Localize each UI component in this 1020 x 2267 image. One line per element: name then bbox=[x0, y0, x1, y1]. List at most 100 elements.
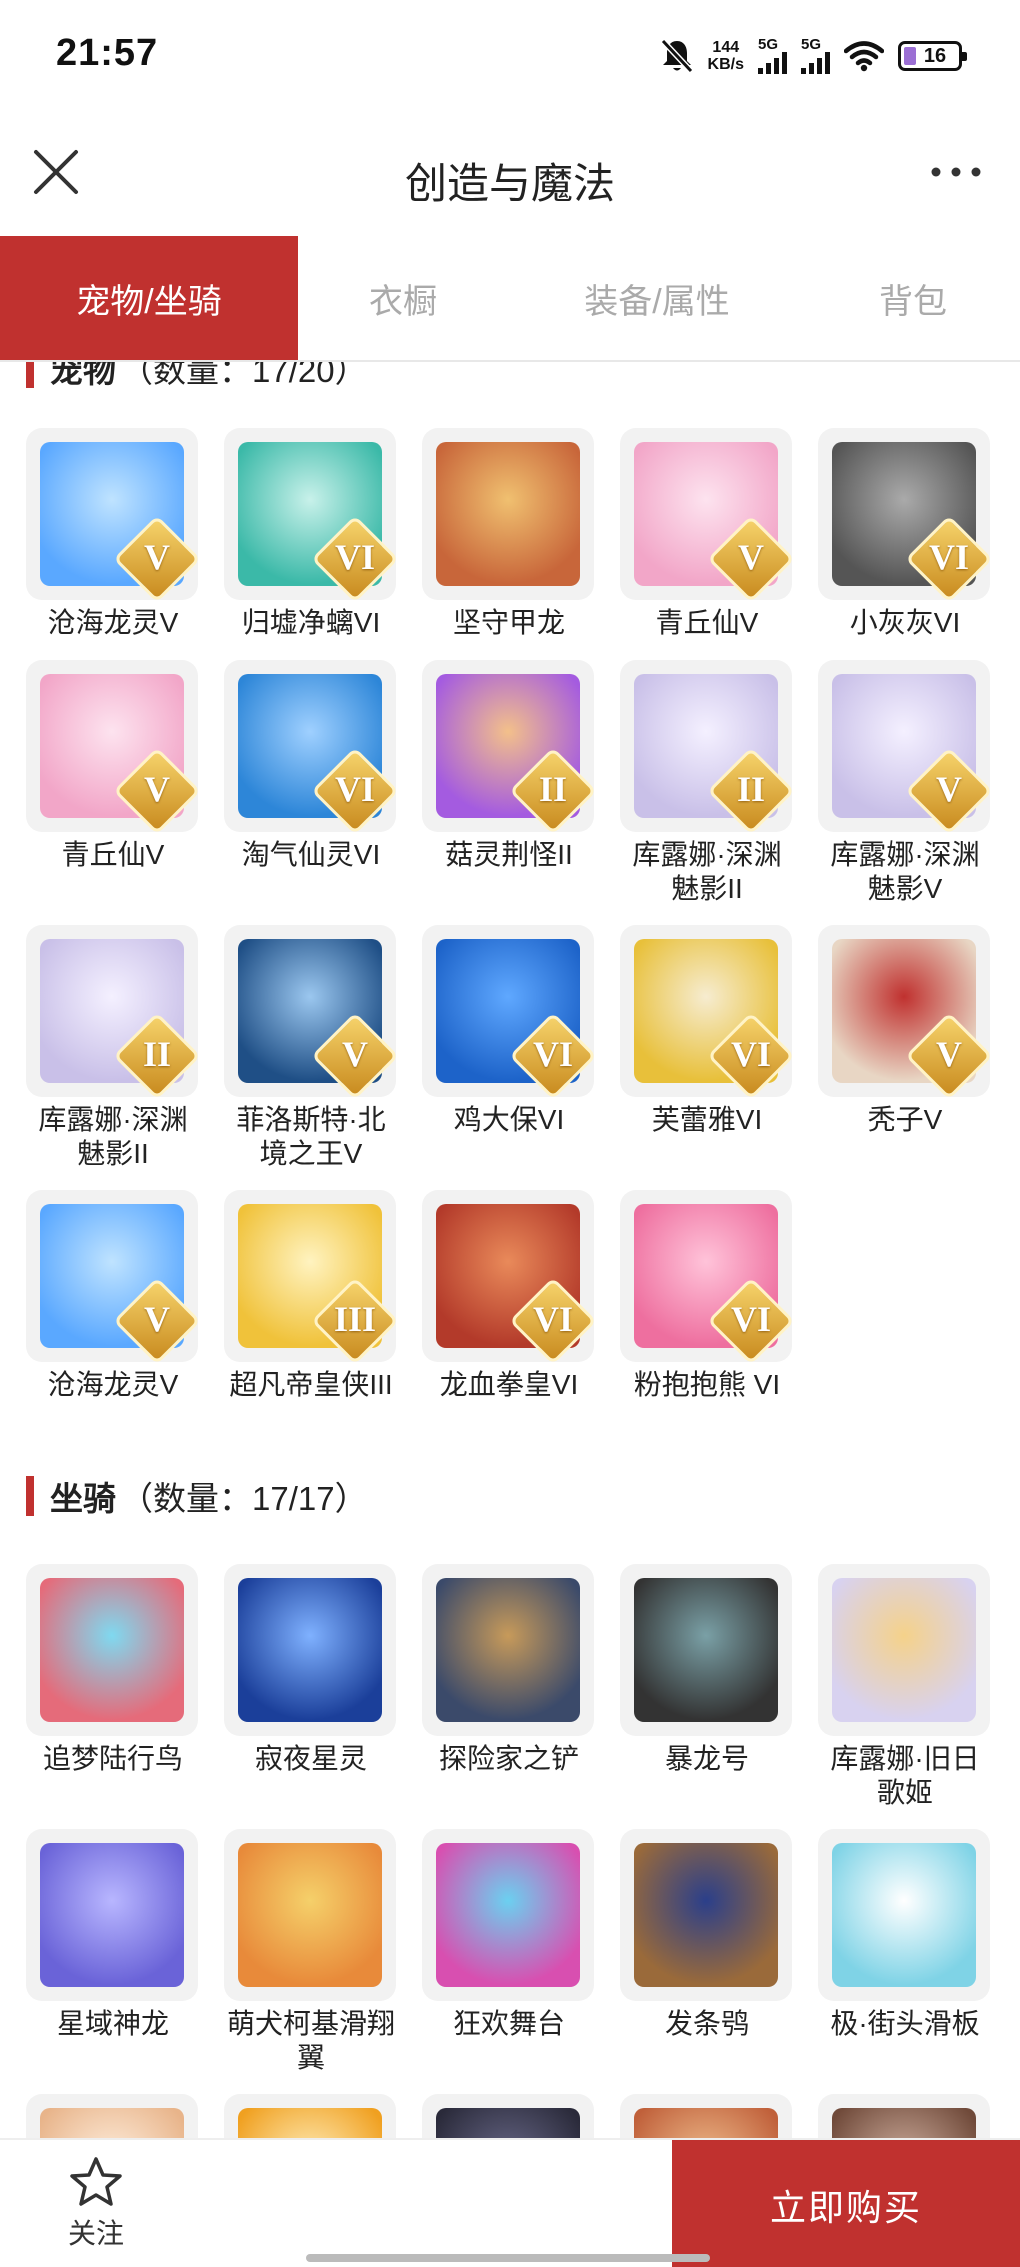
bottom-bar: 关注 立即购买 bbox=[0, 2138, 1020, 2267]
item-thumbnail: III bbox=[224, 1190, 396, 1362]
signal-icon: 5G bbox=[758, 36, 787, 74]
grid-item[interactable]: VI 鸡大保VI bbox=[422, 925, 596, 1137]
item-artwork bbox=[634, 1578, 778, 1722]
content-scroll[interactable]: 宠物 （数量：17/20） V 沧海龙灵V VI 归墟净螭VI 坚守甲龙 V 青丘仙V VI 小… bbox=[0, 362, 1020, 2138]
item-label: 鸡大保VI bbox=[453, 1104, 565, 1135]
item-thumbnail: VI bbox=[422, 925, 594, 1097]
item-thumbnail: V bbox=[26, 1190, 198, 1362]
grade-badge-text: VI bbox=[730, 1299, 771, 1339]
item-artwork bbox=[238, 1843, 382, 1987]
item-thumbnail: V bbox=[26, 428, 198, 600]
grade-badge-text: VI bbox=[928, 537, 969, 577]
tab-backpack[interactable]: 背包 bbox=[806, 236, 1020, 360]
follow-button[interactable]: 关注 bbox=[56, 2156, 136, 2252]
grid-item[interactable]: 萌犬柯基滑翔翼 bbox=[224, 1829, 398, 2075]
network-type: 5G bbox=[758, 36, 779, 53]
grid-item[interactable]: II 库露娜·深渊魅影II bbox=[26, 925, 200, 1171]
grid-item[interactable]: 寂夜星灵 bbox=[224, 1564, 398, 1776]
item-label: 归墟净螭VI bbox=[241, 607, 381, 638]
item-label: 淘气仙灵VI bbox=[241, 839, 381, 870]
item-label: 狂欢舞台 bbox=[452, 2008, 565, 2039]
item-label: 粉抱抱熊 VI bbox=[633, 1369, 781, 1400]
tab-wardrobe[interactable]: 衣橱 bbox=[298, 236, 508, 360]
grid-item[interactable] bbox=[422, 2094, 596, 2138]
item-label: 追梦陆行鸟 bbox=[42, 1743, 183, 1774]
mute-bell-icon bbox=[660, 38, 693, 74]
grid-item[interactable]: II 库露娜·深渊魅影II bbox=[620, 660, 794, 906]
grid-item[interactable]: VI 龙血拳皇VI bbox=[422, 1190, 596, 1402]
grade-badge-text: V bbox=[936, 769, 962, 809]
grid-item[interactable]: II 菇灵荆怪II bbox=[422, 660, 596, 872]
item-label: 沧海龙灵V bbox=[47, 607, 179, 638]
grid-item[interactable]: 狂欢舞台 bbox=[422, 1829, 596, 2041]
item-thumbnail bbox=[620, 1564, 792, 1736]
item-thumbnail bbox=[818, 1564, 990, 1736]
item-thumbnail bbox=[422, 2094, 594, 2138]
grade-badge-text: VI bbox=[532, 1299, 573, 1339]
network-speed: 144 KB/s bbox=[708, 39, 744, 73]
grade-badge-text: II bbox=[142, 1034, 172, 1074]
item-artwork bbox=[40, 1843, 184, 1987]
grade-badge-text: II bbox=[736, 769, 766, 809]
grid-item[interactable]: VI 归墟净螭VI bbox=[224, 428, 398, 640]
page-title: 创造与魔法 bbox=[404, 160, 615, 207]
grid-item[interactable]: 发条鸮 bbox=[620, 1829, 794, 2041]
grid-item[interactable]: VI 小灰灰VI bbox=[818, 428, 992, 640]
grade-badge-text: V bbox=[342, 1034, 368, 1074]
item-thumbnail: II bbox=[422, 660, 594, 832]
tab-equipment[interactable]: 装备/属性 bbox=[508, 236, 806, 360]
grid-item[interactable]: 坚守甲龙 bbox=[422, 428, 596, 640]
item-label: 星域神龙 bbox=[56, 2008, 169, 2039]
grid-item[interactable] bbox=[818, 2094, 992, 2138]
item-label: 发条鸮 bbox=[664, 2008, 749, 2039]
more-icon[interactable] bbox=[928, 154, 984, 190]
grade-badge-text: VI bbox=[730, 1034, 771, 1074]
grid-item[interactable] bbox=[620, 2094, 794, 2138]
wifi-icon bbox=[844, 41, 884, 72]
grid-item[interactable]: V 沧海龙灵V bbox=[26, 1190, 200, 1402]
item-artwork bbox=[832, 1843, 976, 1987]
grid-item[interactable]: V 秃子V bbox=[818, 925, 992, 1137]
status-icons: 144 KB/s 5G 5G 16 bbox=[660, 34, 967, 78]
grid-item[interactable]: III 超凡帝皇侠III bbox=[224, 1190, 398, 1402]
item-thumbnail bbox=[818, 2094, 990, 2138]
item-label: 萌犬柯基滑翔翼 bbox=[226, 2008, 395, 2073]
item-thumbnail bbox=[620, 1829, 792, 2001]
item-thumbnail: V bbox=[620, 428, 792, 600]
grid-item[interactable] bbox=[26, 2094, 200, 2138]
home-indicator bbox=[306, 2254, 710, 2262]
section-accent bbox=[26, 362, 34, 388]
follow-label: 关注 bbox=[67, 2218, 124, 2249]
signal-icon: 5G bbox=[801, 37, 830, 74]
item-label: 极·街头滑板 bbox=[830, 2008, 980, 2039]
item-label: 库露娜·深渊魅影V bbox=[830, 839, 980, 904]
grid-item[interactable]: 星域神龙 bbox=[26, 1829, 200, 2041]
battery-icon: 16 bbox=[898, 41, 967, 71]
grid-item[interactable]: VI 芙蕾雅VI bbox=[620, 925, 794, 1137]
grid-item[interactable]: V 青丘仙V bbox=[26, 660, 200, 872]
section-count: （数量：17/17） bbox=[120, 1480, 368, 1517]
grid-item[interactable]: V 青丘仙V bbox=[620, 428, 794, 640]
grid-item[interactable]: 极·街头滑板 bbox=[818, 1829, 992, 2041]
item-label: 小灰灰VI bbox=[849, 607, 961, 638]
grid-item[interactable]: VI 粉抱抱熊 VI bbox=[620, 1190, 794, 1402]
grid-item[interactable]: 追梦陆行鸟 bbox=[26, 1564, 200, 1776]
grid-item[interactable]: V 库露娜·深渊魅影V bbox=[818, 660, 992, 906]
item-thumbnail: V bbox=[26, 660, 198, 832]
grid-item[interactable]: V 菲洛斯特·北境之王V bbox=[224, 925, 398, 1171]
grid-item[interactable] bbox=[224, 2094, 398, 2138]
tab-pets-mounts[interactable]: 宠物/坐骑 bbox=[0, 236, 298, 360]
grid-item[interactable]: 探险家之铲 bbox=[422, 1564, 596, 1776]
item-thumbnail bbox=[422, 428, 594, 600]
status-time: 21:57 bbox=[56, 32, 159, 74]
section-count: （数量：17/20） bbox=[120, 362, 368, 389]
item-label: 库露娜·旧日歌姬 bbox=[830, 1743, 980, 1808]
grid-item[interactable]: 库露娜·旧日歌姬 bbox=[818, 1564, 992, 1810]
buy-now-button[interactable]: 立即购买 bbox=[672, 2140, 1020, 2267]
grid-item[interactable]: VI 淘气仙灵VI bbox=[224, 660, 398, 872]
battery-level: 16 bbox=[923, 44, 947, 67]
grade-badge-text: V bbox=[144, 1299, 170, 1339]
item-label: 库露娜·深渊魅影II bbox=[38, 1104, 188, 1169]
grid-item[interactable]: 暴龙号 bbox=[620, 1564, 794, 1776]
grid-item[interactable]: V 沧海龙灵V bbox=[26, 428, 200, 640]
